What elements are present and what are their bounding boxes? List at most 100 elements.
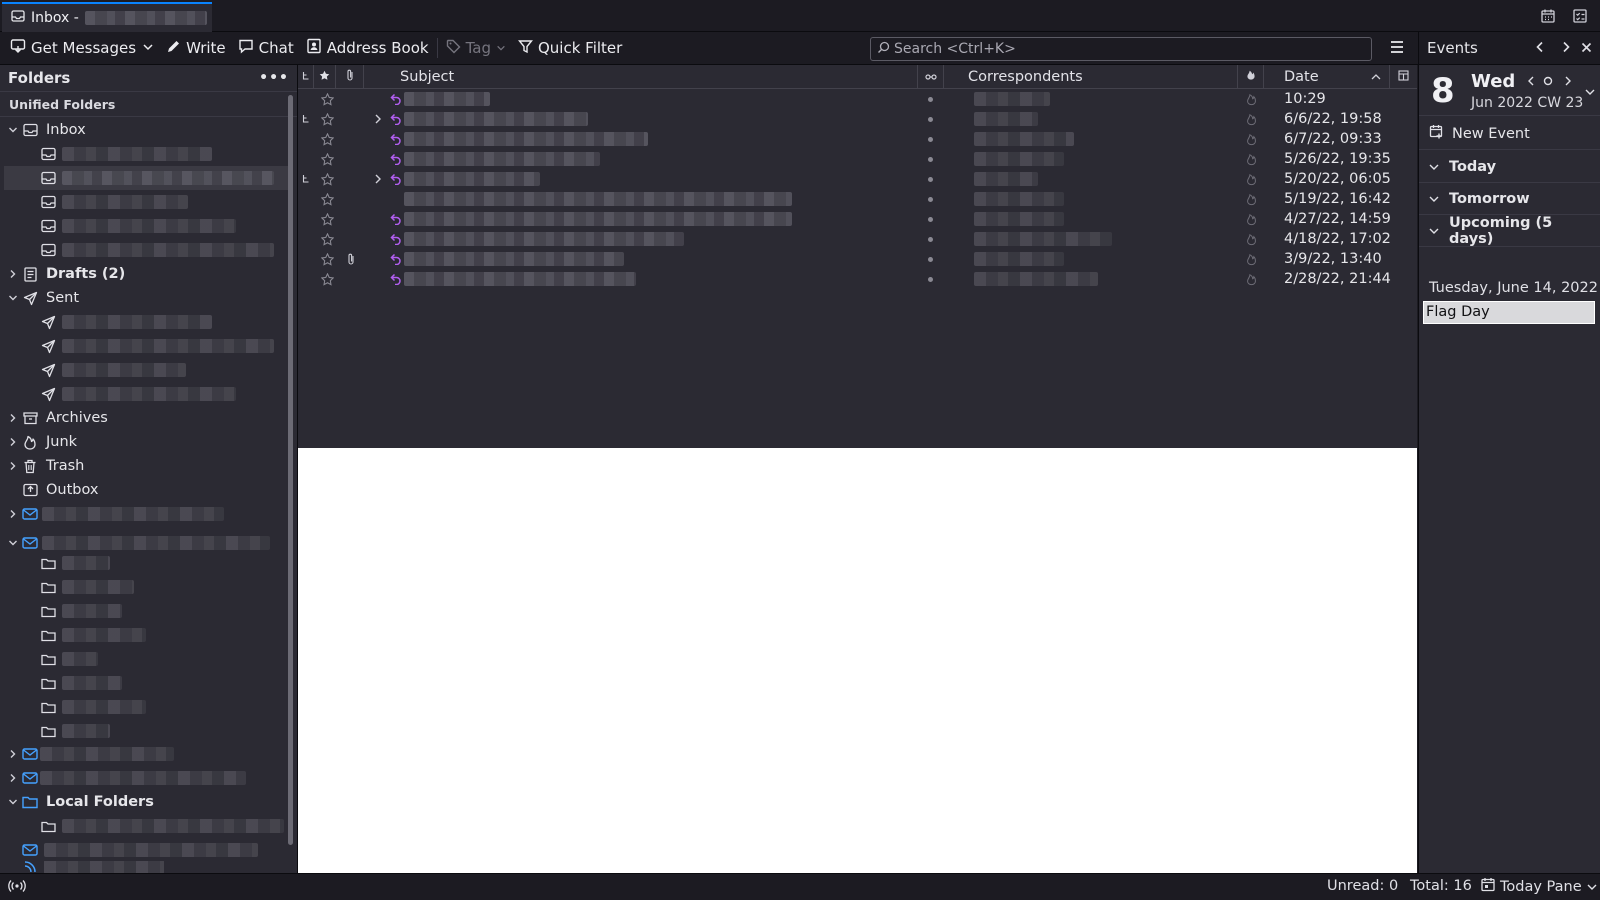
section-tomorrow[interactable]: Tomorrow (1419, 184, 1600, 215)
message-row[interactable]: 10:29 (298, 89, 1417, 109)
star-icon[interactable] (321, 109, 334, 129)
new-event-button[interactable]: New Event (1419, 118, 1600, 150)
calendar-tab-icon[interactable] (1538, 6, 1558, 26)
get-messages-button[interactable]: Get Messages (6, 35, 140, 61)
account-item[interactable] (6, 766, 292, 790)
junk-flame-icon[interactable] (1246, 249, 1257, 269)
inbox-account-item[interactable] (38, 238, 297, 262)
folder-trash[interactable]: Trash (6, 454, 292, 478)
column-picker-button[interactable] (1390, 65, 1417, 89)
write-button[interactable]: Write (162, 35, 230, 61)
message-row[interactable]: 4/18/22, 17:02 (298, 229, 1417, 249)
read-status-dot[interactable] (928, 96, 933, 102)
junk-column-header[interactable] (1238, 65, 1264, 89)
account-item[interactable] (20, 838, 297, 862)
junk-flame-icon[interactable] (1246, 269, 1257, 289)
message-row[interactable]: 5/26/22, 19:35 (298, 149, 1417, 169)
star-icon[interactable] (321, 269, 334, 289)
chevron-down-icon[interactable] (6, 538, 20, 548)
junk-flame-icon[interactable] (1246, 149, 1257, 169)
previous-day-button[interactable] (1531, 40, 1549, 58)
read-status-dot[interactable] (928, 136, 933, 142)
chevron-down-icon[interactable] (6, 125, 20, 135)
message-row[interactable]: 6/6/22, 19:58 (298, 109, 1417, 129)
sent-account-item[interactable] (38, 358, 297, 382)
folder-drafts[interactable]: Drafts (2) (6, 262, 292, 286)
star-icon[interactable] (321, 189, 334, 209)
star-icon[interactable] (321, 209, 334, 229)
account-item[interactable] (6, 502, 292, 526)
star-icon[interactable] (321, 249, 334, 269)
read-status-dot[interactable] (928, 116, 933, 122)
folder-pane-scrollbar[interactable] (288, 95, 293, 845)
chevron-right-icon[interactable] (6, 509, 20, 519)
online-status-icon[interactable] (8, 879, 26, 897)
starred-column-header[interactable] (314, 65, 336, 89)
message-row[interactable]: 4/27/22, 14:59 (298, 209, 1417, 229)
subfolder-item[interactable] (38, 814, 297, 838)
read-status-dot[interactable] (928, 196, 933, 202)
thread-column-header[interactable] (298, 65, 314, 89)
search-field[interactable] (870, 37, 1372, 61)
junk-flame-icon[interactable] (1246, 189, 1257, 209)
more-options-icon[interactable]: ••• (259, 70, 289, 86)
star-icon[interactable] (321, 129, 334, 149)
chevron-right-icon[interactable] (6, 749, 20, 759)
star-icon[interactable] (321, 229, 334, 249)
read-status-dot[interactable] (928, 156, 933, 162)
event-item[interactable]: Flag Day (1423, 301, 1595, 324)
sent-account-item[interactable] (38, 310, 297, 334)
folder-archives[interactable]: Archives (6, 406, 292, 430)
read-status-dot[interactable] (928, 176, 933, 182)
section-today[interactable]: Today (1419, 152, 1600, 183)
junk-flame-icon[interactable] (1246, 129, 1257, 149)
account-item[interactable] (6, 742, 292, 766)
get-messages-dropdown[interactable] (140, 35, 156, 61)
subfolder-item[interactable] (38, 719, 297, 743)
subfolder-item[interactable] (38, 575, 297, 599)
subfolder-item[interactable] (38, 623, 297, 647)
search-input[interactable] (894, 41, 1354, 57)
message-row[interactable]: 3/9/22, 13:40 (298, 249, 1417, 269)
next-day-button[interactable] (1557, 40, 1575, 58)
folder-outbox[interactable]: Outbox (20, 478, 297, 502)
inbox-account-item[interactable] (38, 214, 297, 238)
tasks-tab-icon[interactable] (1570, 6, 1590, 26)
star-icon[interactable] (321, 89, 334, 109)
folder-inbox[interactable]: Inbox (6, 118, 292, 142)
section-upcoming[interactable]: Upcoming (5 days) (1419, 215, 1600, 247)
close-today-pane-button[interactable] (1577, 40, 1595, 58)
quick-filter-button[interactable]: Quick Filter (514, 35, 626, 61)
read-status-dot[interactable] (928, 236, 933, 242)
junk-flame-icon[interactable] (1246, 209, 1257, 229)
chevron-down-icon[interactable] (6, 293, 20, 303)
read-status-column-header[interactable] (918, 65, 944, 89)
inbox-account-item[interactable] (38, 190, 297, 214)
chevron-right-icon[interactable] (6, 413, 20, 423)
sent-account-item[interactable] (38, 382, 297, 406)
junk-flame-icon[interactable] (1246, 169, 1257, 189)
address-book-button[interactable]: Address Book (302, 35, 433, 61)
message-row[interactable]: 6/7/22, 09:33 (298, 129, 1417, 149)
subfolder-item[interactable] (38, 551, 297, 575)
date-column-header[interactable]: Date (1264, 65, 1390, 89)
subfolder-item[interactable] (38, 671, 297, 695)
subfolder-item[interactable] (38, 599, 297, 623)
folder-local-folders[interactable]: Local Folders (6, 790, 292, 814)
account-item-partial[interactable] (20, 861, 297, 873)
inbox-account-item-selected[interactable] (4, 166, 288, 190)
chevron-right-icon[interactable] (6, 269, 20, 279)
attachment-column-header[interactable] (336, 65, 364, 89)
chevron-down-icon[interactable] (6, 797, 20, 807)
chevron-right-icon[interactable] (6, 461, 20, 471)
read-status-dot[interactable] (928, 256, 933, 262)
mini-previous-button[interactable] (1527, 74, 1535, 90)
inbox-account-item[interactable] (38, 142, 297, 166)
message-preview-pane[interactable] (298, 448, 1417, 873)
chevron-right-icon[interactable] (374, 109, 382, 129)
mini-today-button[interactable] (1543, 74, 1553, 90)
tab-inbox[interactable]: Inbox - (2, 2, 212, 32)
chevron-right-icon[interactable] (374, 169, 382, 189)
junk-flame-icon[interactable] (1246, 109, 1257, 129)
subfolder-item[interactable] (38, 695, 297, 719)
